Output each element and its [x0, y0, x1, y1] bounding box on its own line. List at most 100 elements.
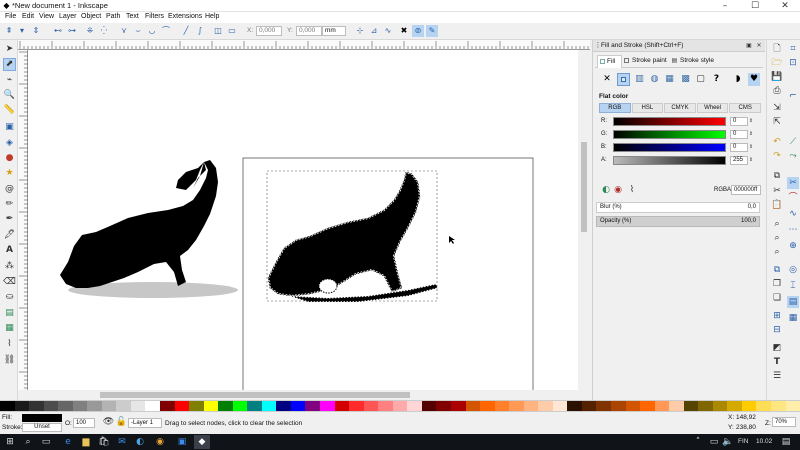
palette-swatch[interactable] [741, 401, 757, 411]
palette-swatch[interactable] [320, 401, 335, 411]
radial-gradient-icon[interactable]: ◍ [648, 73, 661, 86]
paste-icon[interactable]: 📋 [771, 199, 783, 211]
model-cmyk-tab[interactable]: CMYK [664, 103, 696, 113]
horizontal-scroll-thumb[interactable] [100, 392, 410, 398]
close-button[interactable]: ✕ [770, 0, 800, 12]
model-cms-tab[interactable]: CMS [729, 103, 761, 113]
palette-swatch[interactable] [494, 401, 510, 411]
copy-icon[interactable]: ⧉ [771, 170, 783, 182]
cusp-node-icon[interactable]: ⋎ [118, 25, 130, 37]
snap-rotation-icon[interactable]: ◎ [787, 264, 799, 276]
unset-paint-icon[interactable]: ? [710, 73, 723, 86]
tweak-tool-icon[interactable]: ⌁ [3, 74, 16, 87]
menu-object[interactable]: Object [81, 13, 101, 20]
ellipse-tool-icon[interactable]: ● [3, 152, 16, 165]
palette-swatch[interactable] [509, 401, 524, 411]
model-rgb-tab[interactable]: RGB [599, 103, 631, 113]
auto-smooth-node-icon[interactable]: ⌒ [160, 25, 172, 37]
snap-node-icon[interactable]: ⟋ [787, 136, 799, 148]
stroke-to-path-icon[interactable]: ▭ [226, 25, 238, 37]
cut-icon[interactable]: ✂ [771, 185, 783, 197]
layers-dialog-icon[interactable]: ☰ [771, 370, 783, 382]
import-icon[interactable]: ⇲ [771, 102, 783, 114]
unit-select[interactable]: mm [322, 26, 346, 36]
menu-help[interactable]: Help [205, 13, 219, 20]
opacity-slider[interactable]: Opacity (%) 100,0 [596, 216, 760, 227]
snap-bbox-icon[interactable]: ⊡ [787, 57, 799, 69]
snap-toggle-icon[interactable]: ⌗ [787, 43, 799, 55]
ungroup-icon[interactable]: ⊟ [771, 324, 783, 336]
out-of-gamut-icon[interactable]: ◉ [613, 185, 623, 195]
mesh-tool-icon[interactable]: ▦ [3, 322, 16, 335]
palette-swatch[interactable] [480, 401, 495, 411]
object-to-path-icon[interactable]: ◫ [212, 25, 224, 37]
raise-to-top-icon[interactable]: ⇞ [3, 25, 15, 37]
duplicate-icon[interactable]: ⧉ [771, 264, 783, 276]
search-icon[interactable]: ⌕ [20, 435, 36, 449]
palette-swatch[interactable] [581, 401, 597, 411]
menu-edit[interactable]: Edit [22, 13, 34, 20]
node-tool-icon[interactable]: ⬈ [3, 58, 16, 71]
palette-swatch[interactable] [683, 401, 699, 411]
chrome-icon[interactable]: ◉ [152, 435, 168, 449]
channel-g-input[interactable]: 0 [730, 130, 748, 139]
horizontal-scrollbar[interactable] [28, 390, 590, 400]
palette-swatch[interactable] [130, 401, 146, 411]
spiral-tool-icon[interactable]: @ [3, 183, 16, 196]
tray-arrow-icon[interactable]: ˄ [690, 435, 706, 449]
snap-midpoint-icon[interactable]: ⋯ [787, 224, 799, 236]
language-indicator[interactable]: FIN [738, 438, 748, 445]
y-input[interactable]: 0,000 [296, 26, 322, 36]
blur-slider[interactable]: Blur (%) 0,0 [596, 202, 760, 213]
palette-swatch[interactable] [72, 401, 88, 411]
rgba-input[interactable]: 000000ff [731, 185, 761, 195]
join-segment-icon[interactable]: ⁜ [84, 25, 96, 37]
symmetric-node-icon[interactable]: ◡ [146, 25, 158, 37]
palette-swatch[interactable] [712, 401, 728, 411]
fill-rule-evenodd-icon[interactable]: ◗ [732, 73, 744, 86]
channel-a-spin-icon[interactable]: ⇕ [748, 156, 754, 165]
3d-box-tool-icon[interactable]: ◈ [3, 137, 16, 150]
clock[interactable]: 10.02 [756, 438, 772, 445]
dog-bitmap-image[interactable] [60, 160, 238, 298]
palette-swatch[interactable] [654, 401, 670, 411]
palette-swatch[interactable] [174, 401, 190, 411]
minimize-button[interactable]: – [710, 0, 740, 12]
connector-tool-icon[interactable]: ⛓ [3, 354, 16, 367]
palette-swatch[interactable] [698, 401, 713, 411]
snap-smooth-icon[interactable]: ∿ [787, 208, 799, 220]
gradient-tool-icon[interactable]: ▤ [3, 307, 16, 320]
palette-swatch[interactable] [290, 401, 306, 411]
dropper-tool-icon[interactable]: ⌇ [3, 338, 16, 351]
palette-swatch[interactable] [101, 401, 117, 411]
unlink-clone-icon[interactable]: ❏ [771, 292, 783, 304]
model-hsl-tab[interactable]: HSL [631, 103, 664, 113]
horizontal-ruler[interactable] [18, 40, 590, 50]
palette-swatch[interactable] [596, 401, 611, 411]
show-handles-icon[interactable]: ⊿ [368, 25, 380, 37]
channel-b-spin-icon[interactable]: ⇕ [748, 143, 754, 152]
drawing-canvas[interactable] [28, 50, 578, 390]
spray-tool-icon[interactable]: ⁂ [3, 260, 16, 273]
selector-tool-icon[interactable]: ➤ [3, 43, 16, 56]
model-wheel-tab[interactable]: Wheel [696, 103, 729, 113]
palette-swatch[interactable] [261, 401, 277, 411]
export-icon[interactable]: ⇱ [771, 116, 783, 128]
palette-swatch[interactable] [465, 401, 481, 411]
palette-swatch[interactable] [770, 401, 786, 411]
palette-swatch[interactable] [640, 401, 655, 411]
measure-tool-icon[interactable]: 📏 [3, 104, 16, 117]
zoom-selection-icon[interactable]: ⌕ [771, 218, 783, 230]
palette-swatch[interactable] [87, 401, 102, 411]
palette-swatch[interactable] [567, 401, 582, 411]
tab-fill[interactable]: Fill [597, 55, 622, 68]
swatch-icon[interactable]: ▢ [694, 73, 707, 86]
menu-path[interactable]: Path [106, 13, 120, 20]
text-tool-icon[interactable]: A [3, 244, 16, 257]
mesh-gradient-icon[interactable]: ▦ [663, 73, 676, 86]
save-icon[interactable]: 💾 [771, 71, 783, 83]
print-icon[interactable]: ⎙ [771, 85, 783, 97]
pen-tool-icon[interactable]: ✒ [3, 213, 16, 226]
fill-rule-nonzero-icon[interactable]: ♥ [748, 73, 760, 86]
linear-gradient-icon[interactable]: ▥ [633, 73, 646, 86]
